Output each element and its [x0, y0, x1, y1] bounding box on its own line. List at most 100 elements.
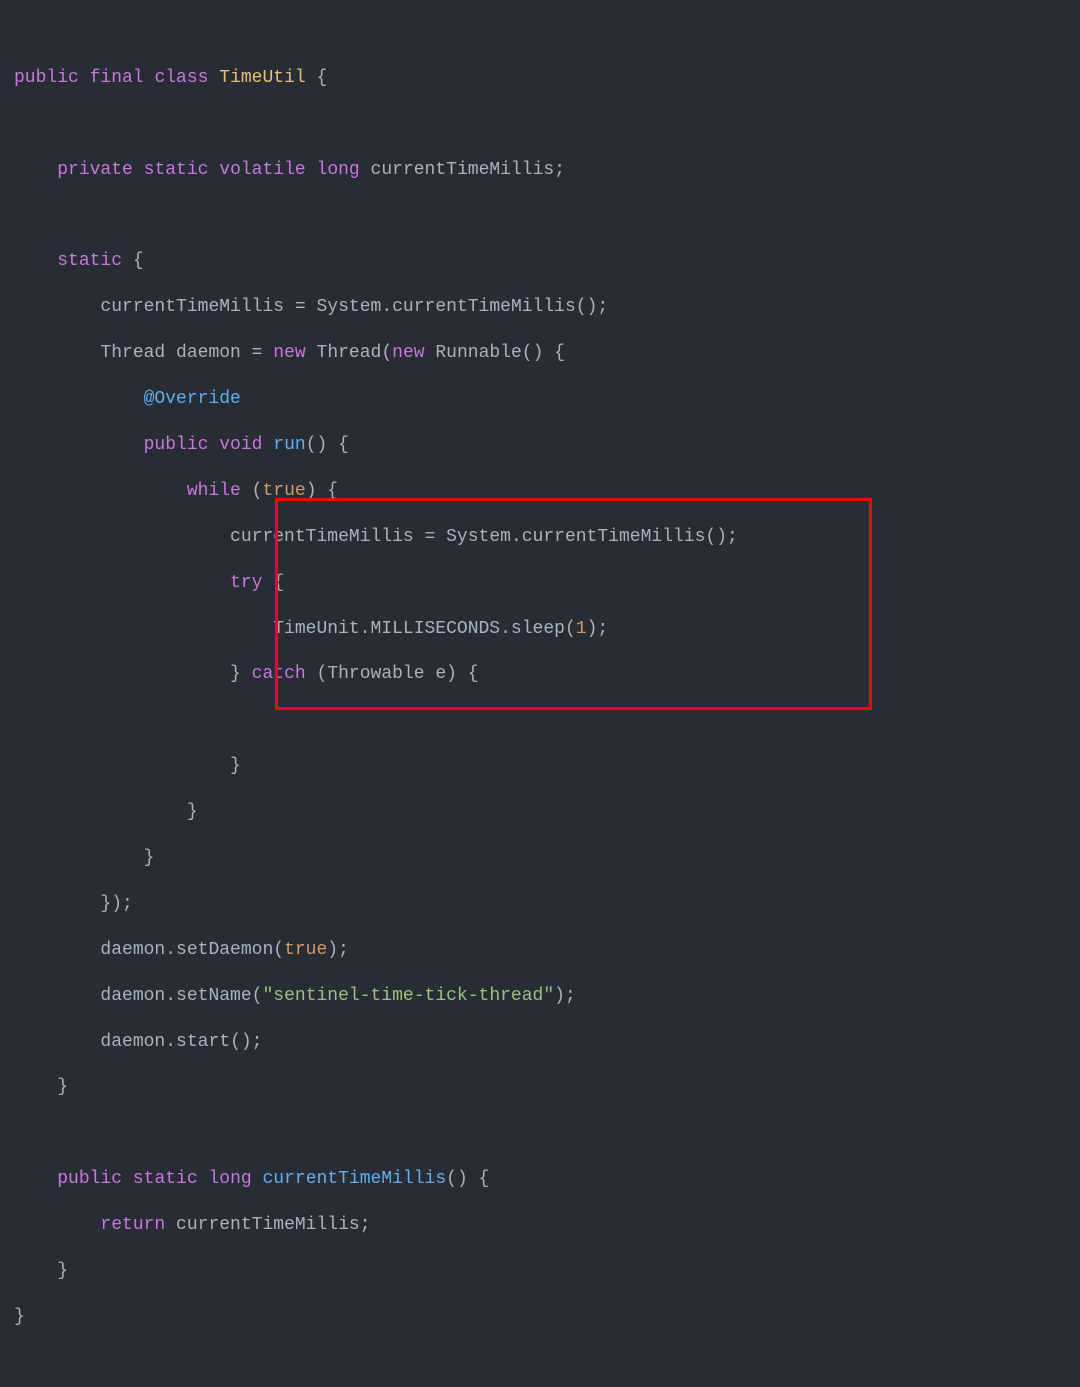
- code-line: daemon.start();: [14, 1032, 262, 1052]
- literal-true: true: [262, 481, 305, 501]
- ident: daemon: [100, 940, 165, 960]
- keyword-try: try: [230, 573, 262, 593]
- ident: e: [435, 664, 446, 684]
- parens: );: [587, 619, 609, 639]
- code-line: }: [14, 1261, 68, 1281]
- dot: .: [165, 940, 176, 960]
- method-call: sleep: [511, 619, 565, 639]
- keyword-final: final: [90, 68, 144, 88]
- code-line: public final class TimeUtil {: [14, 68, 327, 88]
- code-line: private static volatile long currentTime…: [14, 160, 565, 180]
- code-line: }: [14, 1077, 68, 1097]
- parens: ();: [705, 527, 737, 547]
- parens: () {: [306, 435, 349, 455]
- brace: {: [317, 68, 328, 88]
- annotation-override: @Override: [144, 389, 241, 409]
- type: Thread: [317, 343, 382, 363]
- class-name: TimeUtil: [219, 68, 305, 88]
- code-line: }: [14, 756, 241, 776]
- method-call: currentTimeMillis: [522, 527, 706, 547]
- parens: ();: [576, 297, 608, 317]
- brace: }: [57, 1077, 68, 1097]
- code-line: return currentTimeMillis;: [14, 1215, 371, 1235]
- code-line: });: [14, 894, 133, 914]
- paren: (: [317, 664, 328, 684]
- type: Runnable: [435, 343, 521, 363]
- method-call: currentTimeMillis: [392, 297, 576, 317]
- semicolon: ;: [360, 1215, 371, 1235]
- code-line: static {: [14, 251, 144, 271]
- parens: ) {: [306, 481, 338, 501]
- parens: ();: [230, 1032, 262, 1052]
- ident: currentTimeMillis: [230, 527, 414, 547]
- ident: daemon: [100, 1032, 165, 1052]
- method-call: start: [176, 1032, 230, 1052]
- dot: .: [165, 986, 176, 1006]
- code-line: while (true) {: [14, 481, 338, 501]
- keyword-class: class: [154, 68, 208, 88]
- ident: System: [446, 527, 511, 547]
- keyword-long: long: [208, 1169, 251, 1189]
- method-name: run: [273, 435, 305, 455]
- code-block: public final class TimeUtil { private st…: [14, 10, 1066, 1387]
- keyword-public: public: [14, 68, 79, 88]
- ident: currentTimeMillis: [371, 160, 555, 180]
- method-name: currentTimeMillis: [263, 1169, 447, 1189]
- keyword-static: static: [133, 1169, 198, 1189]
- string-literal: "sentinel-time-tick-thread": [262, 986, 554, 1006]
- code-line: }: [14, 802, 198, 822]
- code-line: try {: [14, 573, 284, 593]
- equals: =: [295, 297, 306, 317]
- ident: daemon: [176, 343, 241, 363]
- number-literal: 1: [576, 619, 587, 639]
- keyword-while: while: [187, 481, 241, 501]
- brace: }: [57, 1261, 68, 1281]
- code-line: public void run() {: [14, 435, 349, 455]
- parens: ) {: [446, 664, 478, 684]
- dot: .: [360, 619, 371, 639]
- keyword-long: long: [317, 160, 360, 180]
- parens: );: [554, 986, 576, 1006]
- parens: });: [100, 894, 132, 914]
- brace: {: [273, 573, 284, 593]
- brace: {: [133, 251, 144, 271]
- ident: daemon: [100, 986, 165, 1006]
- method-call: setDaemon: [176, 940, 273, 960]
- ident: TimeUnit: [273, 619, 359, 639]
- code-line: }: [14, 848, 154, 868]
- brace: }: [187, 802, 198, 822]
- keyword-void: void: [219, 435, 262, 455]
- keyword-catch: catch: [252, 664, 306, 684]
- code-line: daemon.setName("sentinel-time-tick-threa…: [14, 986, 576, 1006]
- parens: );: [327, 940, 349, 960]
- equals: =: [425, 527, 436, 547]
- paren: (: [252, 986, 263, 1006]
- keyword-public: public: [57, 1169, 122, 1189]
- ident: Thread: [100, 343, 165, 363]
- brace: }: [230, 756, 241, 776]
- equals: =: [252, 343, 263, 363]
- code-line: @Override: [14, 389, 241, 409]
- method-call: setName: [176, 986, 252, 1006]
- literal-true: true: [284, 940, 327, 960]
- keyword-private: private: [57, 160, 133, 180]
- keyword-new: new: [273, 343, 305, 363]
- parens: () {: [446, 1169, 489, 1189]
- dot: .: [381, 297, 392, 317]
- code-line: currentTimeMillis = System.currentTimeMi…: [14, 527, 738, 547]
- parens: () {: [522, 343, 565, 363]
- paren: (: [273, 940, 284, 960]
- paren: (: [381, 343, 392, 363]
- brace: }: [144, 848, 155, 868]
- keyword-return: return: [100, 1215, 165, 1235]
- paren: (: [565, 619, 576, 639]
- code-line: Thread daemon = new Thread(new Runnable(…: [14, 343, 565, 363]
- brace: }: [14, 1307, 25, 1327]
- keyword-public: public: [144, 435, 209, 455]
- code-line: currentTimeMillis = System.currentTimeMi…: [14, 297, 608, 317]
- paren: (: [252, 481, 263, 501]
- dot: .: [511, 527, 522, 547]
- code-line: } catch (Throwable e) {: [14, 664, 479, 684]
- code-line: public static long currentTimeMillis() {: [14, 1169, 489, 1189]
- keyword-static: static: [57, 251, 122, 271]
